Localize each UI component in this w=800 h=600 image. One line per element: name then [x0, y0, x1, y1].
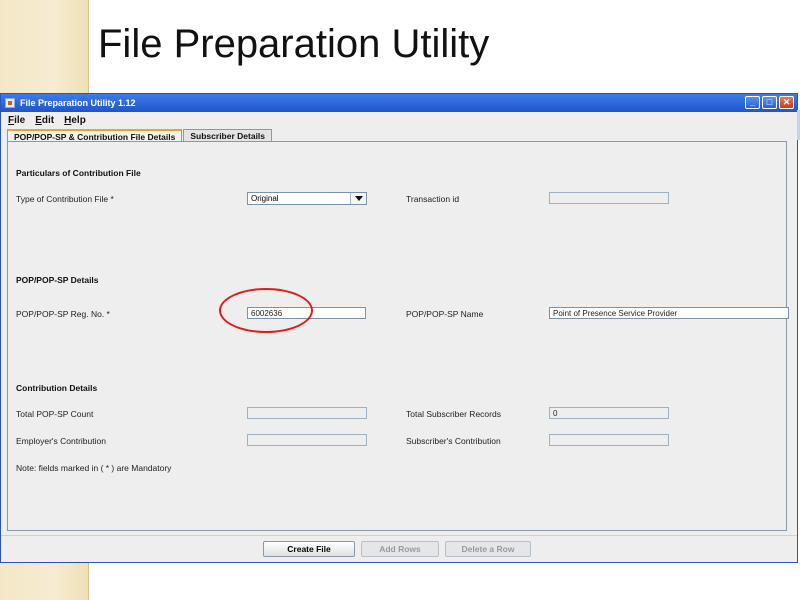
- pop-reg-no-label: POP/POP-SP Reg. No. *: [16, 309, 110, 319]
- menu-file[interactable]: File: [8, 115, 25, 126]
- transaction-id-field[interactable]: [549, 192, 669, 204]
- employer-contribution-label: Employer's Contribution: [16, 436, 106, 446]
- window-title: File Preparation Utility 1.12: [20, 98, 136, 108]
- app-window: File Preparation Utility 1.12 _ □ ✕ File…: [0, 93, 798, 563]
- app-icon: [5, 98, 15, 108]
- total-pop-count-label: Total POP-SP Count: [16, 409, 94, 419]
- subscriber-contribution-label: Subscriber's Contribution: [406, 436, 501, 446]
- add-rows-button[interactable]: Add Rows: [361, 541, 439, 557]
- total-pop-count-field[interactable]: [247, 407, 367, 419]
- delete-row-button[interactable]: Delete a Row: [445, 541, 531, 557]
- mandatory-note: Note: fields marked in ( * ) are Mandato…: [16, 463, 172, 473]
- create-file-button[interactable]: Create File: [263, 541, 355, 557]
- total-subscriber-records-field[interactable]: 0: [549, 407, 669, 419]
- chevron-down-icon[interactable]: [350, 193, 366, 204]
- tab-panel: Particulars of Contribution File Type of…: [7, 141, 789, 531]
- pop-name-input[interactable]: Point of Presence Service Provider: [549, 307, 789, 319]
- transaction-id-label: Transaction id: [406, 194, 460, 204]
- maximize-icon[interactable]: □: [762, 96, 777, 109]
- section-heading-pop: POP/POP-SP Details: [16, 275, 99, 285]
- type-of-file-label: Type of Contribution File *: [16, 194, 114, 204]
- subscriber-contribution-field[interactable]: [549, 434, 669, 446]
- menu-help[interactable]: Help: [64, 115, 86, 126]
- minimize-icon[interactable]: _: [745, 96, 760, 109]
- highlight-circle: [219, 288, 313, 333]
- section-heading-contribution: Contribution Details: [16, 383, 98, 393]
- button-bar: Create File Add Rows Delete a Row: [1, 535, 797, 562]
- type-of-file-select[interactable]: Original: [247, 192, 367, 205]
- employer-contribution-field[interactable]: [247, 434, 367, 446]
- window-titlebar[interactable]: File Preparation Utility 1.12 _ □ ✕: [1, 94, 797, 112]
- menu-bar: File Edit Help: [1, 112, 797, 128]
- window-controls: _ □ ✕: [745, 96, 794, 109]
- close-icon[interactable]: ✕: [779, 96, 794, 109]
- pop-name-label: POP/POP-SP Name: [406, 309, 484, 319]
- slide-title: File Preparation Utility: [98, 22, 490, 66]
- menu-edit[interactable]: Edit: [35, 115, 54, 126]
- type-of-file-value: Original: [251, 194, 279, 203]
- total-subscriber-records-label: Total Subscriber Records: [406, 409, 501, 419]
- section-heading-particulars: Particulars of Contribution File: [16, 168, 141, 178]
